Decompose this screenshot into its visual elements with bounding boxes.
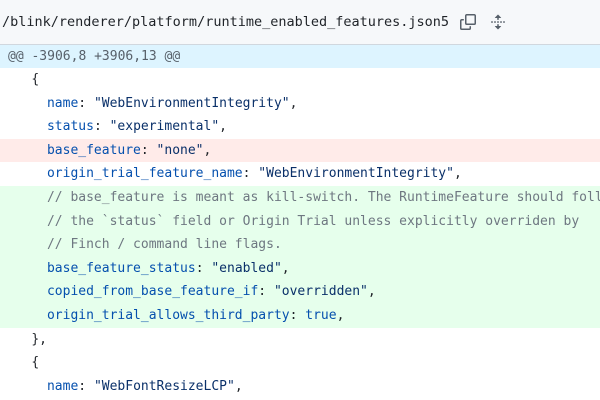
line-colon: : (78, 378, 94, 394)
line-tail: , (281, 260, 290, 276)
line-value: "overridden" (273, 284, 368, 300)
added-line: origin_trial_allows_third_party: true, (0, 303, 600, 328)
line-colon: : (289, 307, 306, 323)
line-text: }, (31, 331, 47, 347)
line-colon: : (258, 284, 274, 300)
added-line: // Finch / command line flags. (0, 233, 600, 257)
diff-lines: { name: "WebEnvironmentIntegrity", statu… (0, 68, 600, 399)
line-tail: , (203, 142, 212, 158)
line-value: "experimental" (109, 119, 220, 135)
removed-line: base_feature: "none", (0, 138, 600, 163)
line-colon: : (195, 260, 212, 276)
line-key: copied_from_base_feature_if (46, 284, 259, 300)
context-line: origin_trial_feature_name: "WebEnvironme… (0, 162, 600, 186)
context-line: { (0, 68, 600, 92)
context-line: status: "experimental", (0, 115, 600, 139)
added-line: // the `status` field or Origin Trial un… (0, 209, 600, 234)
line-key: base_feature (46, 142, 141, 158)
line-tail: , (453, 166, 462, 182)
line-value: "none" (156, 142, 204, 158)
line-colon: : (93, 119, 110, 135)
line-text: { (31, 355, 40, 371)
context-line: name: "WebEnvironmentIntegrity", (0, 91, 600, 116)
line-colon: : (140, 142, 157, 158)
added-line: copied_from_base_feature_if: "overridden… (0, 280, 600, 304)
line-key: status (46, 119, 94, 135)
hunk-header: @@ -3906,8 +3906,13 @@ (0, 45, 600, 68)
line-value: "enabled" (211, 260, 282, 276)
line-tail: , (367, 284, 376, 300)
unfold-icon[interactable] (487, 11, 509, 33)
file-header: /blink/renderer/platform/runtime_enabled… (0, 0, 600, 45)
line-colon: : (78, 95, 94, 111)
line-key: name (46, 95, 79, 111)
line-keyword: true (305, 307, 337, 323)
diff-body: @@ -3906,8 +3906,13 @@ { name: "WebEnvir… (0, 45, 600, 399)
line-comment: // Finch / command line flags. (46, 237, 282, 253)
line-tail: , (219, 119, 227, 135)
line-key: origin_trial_feature_name (46, 166, 243, 182)
context-line: }, (0, 327, 600, 352)
context-line: { (0, 351, 600, 375)
line-value: "WebFontResizeLCP" (93, 378, 235, 394)
diff-viewer: /blink/renderer/platform/runtime_enabled… (0, 0, 600, 400)
line-value: "WebEnvironmentIntegrity" (258, 166, 454, 182)
line-key: origin_trial_allows_third_party (46, 307, 290, 323)
context-line: name: "WebFontResizeLCP", (0, 374, 600, 399)
line-text: { (31, 72, 40, 87)
line-tail: , (289, 95, 298, 111)
line-comment: // the `status` field or Origin Trial un… (46, 213, 580, 229)
line-comment: // base_feature is meant as kill-switch.… (46, 189, 600, 205)
line-tail: , (234, 378, 243, 394)
line-colon: : (242, 166, 259, 182)
copy-icon[interactable] (457, 11, 479, 33)
added-line: base_feature_status: "enabled", (0, 256, 600, 281)
added-line: // base_feature is meant as kill-switch.… (0, 185, 600, 210)
line-tail: , (336, 307, 345, 323)
line-key: name (46, 378, 79, 394)
line-value: "WebEnvironmentIntegrity" (93, 95, 290, 111)
file-path[interactable]: /blink/renderer/platform/runtime_enabled… (2, 14, 449, 30)
line-key: base_feature_status (46, 260, 196, 276)
